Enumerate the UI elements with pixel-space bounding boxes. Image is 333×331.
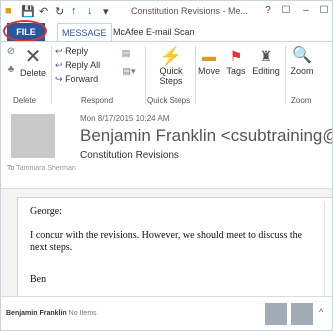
message-date: Mon 8/17/2015 10:24 AM — [80, 114, 170, 123]
quick-steps-label: Quick Steps — [159, 66, 183, 86]
reply-all-icon: ↩ — [55, 60, 63, 70]
ribbon-separator — [285, 46, 286, 104]
previous-item-icon[interactable]: ↑ — [71, 5, 77, 17]
ribbon-separator — [145, 46, 146, 104]
meeting-icon[interactable]: ▤ — [121, 48, 131, 59]
next-item-icon[interactable]: ↓ — [87, 5, 93, 17]
group-zoom-label: Zoom — [291, 96, 312, 105]
expand-people-pane-icon[interactable]: ^ — [319, 307, 323, 317]
file-tab-highlight-circle — [3, 20, 47, 42]
ribbon-tabs: FILE MESSAGE McAfee E-mail Scan — [1, 20, 332, 42]
forward-button[interactable]: ↪ Forward — [55, 74, 115, 85]
tab-message[interactable]: MESSAGE — [57, 23, 112, 42]
body-scrollbar[interactable] — [324, 202, 332, 298]
forward-label: Forward — [65, 74, 99, 84]
delete-label: Delete — [19, 68, 46, 78]
lightning-icon: ⚡ — [159, 46, 183, 66]
reply-label: Reply — [65, 46, 89, 56]
title-bar: ■ 💾 ↶ ↻ ↑ ↓ ▾ Constitution Revisions - M… — [1, 1, 332, 24]
move-label: Move — [197, 66, 220, 76]
ribbon-separator — [195, 46, 196, 104]
tab-mcafee-email-scan[interactable]: McAfee E-mail Scan — [113, 23, 195, 41]
recipient-line: To Tammara Sherman — [7, 165, 76, 172]
signature: Ben — [30, 274, 47, 285]
customize-toolbar-icon[interactable]: ▾ — [103, 5, 109, 18]
minimize-button[interactable]: – — [297, 3, 315, 19]
recipient-name[interactable]: Tammara Sherman — [16, 165, 76, 172]
more-respond-icon[interactable]: ▤▾ — [121, 66, 137, 77]
redo-icon[interactable]: ↻ — [55, 5, 64, 18]
window-title: Constitution Revisions - Me... — [131, 6, 249, 16]
reply-button[interactable]: ↩ Reply — [55, 46, 115, 57]
outlook-app-icon: ■ — [5, 5, 12, 17]
move-button[interactable]: ▬ Move — [197, 46, 221, 76]
help-button[interactable]: ? — [259, 3, 277, 19]
editing-label: Editing — [252, 66, 280, 76]
zoom-button[interactable]: 🔍 Zoom — [287, 46, 317, 76]
message-header: Mon 8/17/2015 10:24 AM Benjamin Franklin… — [1, 108, 332, 188]
reply-all-button[interactable]: ↩ Reply All — [55, 60, 115, 71]
zoom-label: Zoom — [290, 66, 314, 76]
save-icon[interactable]: 💾 — [21, 5, 35, 18]
message-subject: Constitution Revisions — [80, 150, 179, 161]
ribbon: ⊘ ♣ ✕ Delete Delete ↩ Reply ↩ Reply All … — [1, 41, 332, 109]
editing-button[interactable]: ♜ Editing — [249, 46, 283, 76]
tags-label: Tags — [226, 66, 246, 76]
group-delete-label: Delete — [13, 96, 37, 105]
person-icon[interactable] — [265, 303, 287, 325]
reply-all-label: Reply All — [65, 60, 101, 70]
group-respond-label: Respond — [81, 96, 114, 105]
flag-icon: ⚑ — [229, 48, 243, 64]
quick-steps-button[interactable]: ⚡ Quick Steps — [149, 46, 193, 86]
body-text: I concur with the revisions. However, we… — [30, 230, 303, 253]
message-body-area: George: I concur with the revisions. How… — [1, 188, 332, 299]
message-body: George: I concur with the revisions. How… — [17, 197, 332, 299]
ribbon-separator — [51, 46, 52, 104]
sender-avatar — [11, 114, 55, 158]
magnifier-icon: 🔍 — [292, 47, 312, 64]
display-options-button[interactable]: ☐ — [277, 3, 295, 19]
undo-icon[interactable]: ↶ — [39, 5, 48, 18]
group-quick-steps-label: Quick Steps — [147, 96, 191, 105]
people-pane-info: Benjamin Franklin No Items — [6, 310, 97, 317]
sender-name[interactable]: Benjamin Franklin <csubtraining@gmai — [80, 126, 332, 146]
delete-button[interactable]: ✕ Delete — [19, 46, 47, 78]
contact-name[interactable]: Benjamin Franklin — [6, 310, 67, 317]
greeting: George: — [30, 206, 63, 217]
to-label: To — [7, 165, 15, 172]
people-pane-bar: Benjamin Franklin No Items ^ — [1, 296, 332, 330]
reply-icon: ↩ — [55, 46, 63, 56]
restore-button[interactable]: ☐ — [315, 3, 332, 19]
binoculars-icon: ♜ — [259, 48, 273, 64]
person-icon[interactable] — [291, 303, 313, 325]
tags-button[interactable]: ⚑ Tags — [223, 46, 249, 76]
ignore-icon[interactable]: ⊘ — [3, 46, 19, 57]
delete-x-icon: ✕ — [24, 46, 42, 68]
junk-icon[interactable]: ♣ — [3, 64, 19, 75]
forward-icon: ↪ — [55, 74, 63, 84]
move-folder-icon: ▬ — [202, 48, 216, 64]
outlook-message-window: ■ 💾 ↶ ↻ ↑ ↓ ▾ Constitution Revisions - M… — [0, 0, 333, 331]
items-count: No Items — [68, 310, 97, 317]
